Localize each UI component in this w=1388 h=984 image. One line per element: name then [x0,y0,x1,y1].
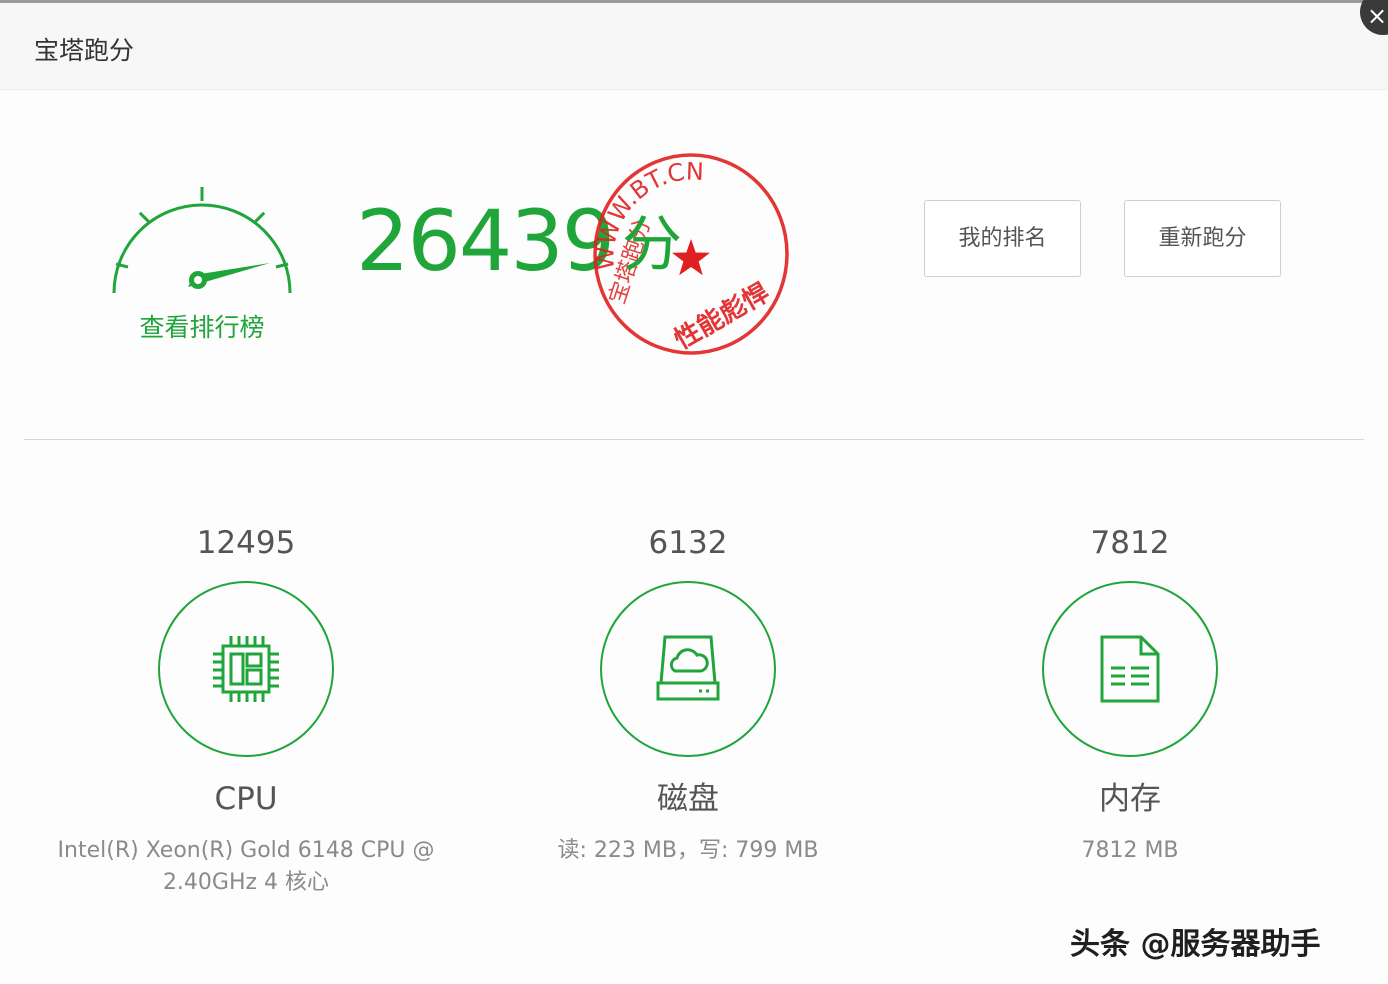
memory-score: 7812 [1090,525,1170,561]
dialog-title: 宝塔跑分 [34,36,135,65]
memory-result: 7812 内存 7812 MB [910,513,1350,867]
dialog-titlebar: 宝塔跑分 [0,3,1388,90]
memory-label: 内存 [1099,781,1161,817]
seal-text-bottom: 性能彪悍 [669,277,775,356]
my-rank-button[interactable]: 我的排名 [924,200,1081,277]
total-score: 26439 [356,192,615,290]
cpu-chip-icon [213,636,279,702]
memory-document-icon [1100,635,1160,703]
view-leaderboard-link[interactable]: 查看排行榜 [104,308,300,344]
memory-description: 7812 MB [1081,838,1179,863]
speedometer-icon[interactable] [104,179,300,303]
disk-description: 读: 223 MB，写: 799 MB [557,838,819,863]
cpu-result: 12495 CPU Intel(R) Xeon(R) Gold 6148 CPU… [26,513,466,899]
close-icon: × [1366,2,1388,30]
disk-result: 6132 磁盘 读: 223 MB，写: 799 MB [468,513,908,867]
disk-score: 6132 [648,525,728,561]
cpu-icon-circle [158,581,334,757]
rerun-benchmark-button[interactable]: 重新跑分 [1124,200,1281,277]
memory-icon-circle [1042,581,1218,757]
disk-cloud-icon [656,635,720,701]
score-unit: 分 [622,210,682,280]
cpu-label: CPU [214,781,278,817]
disk-icon-circle [600,581,776,757]
cpu-description: Intel(R) Xeon(R) Gold 6148 CPU @ 2.40GHz… [57,838,435,895]
disk-label: 磁盘 [657,781,719,817]
benchmark-dialog: 宝塔跑分 × 查看排行榜 26439 WWW.BT.CN 宝塔跑分 性能彪悍 分… [0,0,1388,984]
stamp-seal-icon: WWW.BT.CN 宝塔跑分 性能彪悍 [588,149,794,359]
source-watermark: 头条 @服务器助手 [1070,927,1321,962]
cpu-score: 12495 [196,525,296,561]
section-divider [24,439,1364,440]
